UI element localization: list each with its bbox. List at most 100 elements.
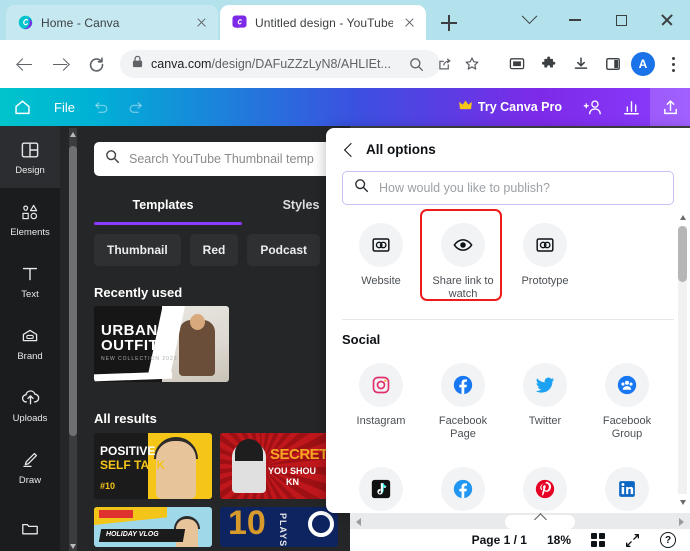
scroll-left-icon[interactable] [356, 518, 361, 526]
share-upload-icon[interactable] [650, 88, 690, 126]
help-question-icon[interactable]: ? [660, 532, 676, 548]
home-icon[interactable] [0, 98, 44, 117]
publish-option-prototype[interactable]: Prototype [506, 217, 584, 309]
social-options-row-2: TikTok Messenger Pinte [326, 453, 690, 513]
social-option-facebook-group[interactable]: Facebook Group [588, 357, 666, 449]
scrollbar-thumb[interactable] [678, 226, 687, 282]
messenger-icon [441, 467, 485, 511]
chip-thumbnail[interactable]: Thumbnail [94, 234, 181, 266]
tab-templates[interactable]: Templates [94, 198, 232, 212]
sidebar-item-uploads[interactable]: Uploads [0, 374, 60, 436]
address-bar[interactable]: canva.com/design/DAFuZZzLyN8/AHLIEt... [120, 50, 440, 78]
sidebar-item-label: Design [15, 164, 45, 176]
fullscreen-expand-icon[interactable] [625, 533, 640, 548]
scroll-up-icon[interactable] [70, 132, 76, 137]
grid-view-icon[interactable] [591, 533, 605, 547]
template-thumbnail[interactable]: 10 PLAYS [220, 507, 338, 547]
page-indicator[interactable]: Page 1 / 1 [472, 533, 527, 547]
publish-option-website[interactable]: Website [342, 217, 420, 309]
insights-bar-chart-icon[interactable] [612, 88, 650, 126]
scroll-up-icon[interactable] [679, 215, 686, 220]
sidebar-item-design[interactable]: Design [0, 126, 60, 188]
social-option-instagram[interactable]: Instagram [342, 357, 420, 449]
zoom-icon[interactable] [404, 52, 428, 76]
address-bar-url: canva.com/design/DAFuZZzLyN8/AHLIEt... [151, 57, 391, 71]
sidebar-item-projects[interactable] [0, 498, 60, 551]
minimize-button[interactable] [552, 4, 598, 36]
publish-search-input[interactable]: How would you like to publish? [342, 171, 674, 205]
chip-red[interactable]: Red [189, 234, 239, 266]
new-tab-button[interactable] [437, 11, 461, 35]
maximize-button[interactable] [598, 4, 644, 36]
social-option-tiktok[interactable]: TikTok [342, 461, 420, 513]
social-option-pinterest[interactable]: Pinterest [506, 461, 584, 513]
tab-search-chevron-icon[interactable] [506, 4, 552, 36]
filter-chips: Thumbnail Red Podcast [94, 234, 321, 266]
undo-icon[interactable] [85, 99, 119, 116]
thumb-line1: URBAN [101, 322, 158, 339]
publish-option-label: Website [361, 275, 401, 287]
reload-icon[interactable] [81, 49, 111, 79]
share-icon[interactable] [432, 52, 456, 76]
recently-used-heading: Recently used [94, 285, 183, 300]
thumb-line2: SELF TALK [100, 458, 166, 472]
cast-icon[interactable] [503, 50, 531, 78]
zoom-level[interactable]: 18% [547, 533, 571, 547]
sidebar-item-text[interactable]: Text [0, 250, 60, 312]
forward-arrow-icon[interactable] [45, 49, 75, 79]
thumb-line1: POSITIVE [100, 444, 156, 458]
search-input[interactable]: Search YouTube Thumbnail temp [94, 142, 350, 176]
template-thumbnail[interactable]: URBAN OUTFIT NEW COLLECTION 2023 [94, 306, 229, 382]
thumb-text: URBAN OUTFIT [101, 323, 158, 353]
all-results-grid-row2: HOLIDAY VLOG 10 PLAYS [94, 507, 338, 547]
bookmark-star-icon[interactable] [460, 52, 484, 76]
redo-icon[interactable] [119, 99, 153, 116]
social-option-linkedin[interactable]: LinkedIn [588, 461, 666, 513]
template-thumbnail[interactable]: SECRET YOU SHOU KN [220, 433, 338, 499]
publish-option-share-link-to-watch[interactable]: Share link to watch [424, 217, 502, 309]
social-option-facebook-page[interactable]: Facebook Page [424, 357, 502, 449]
canvas-horizontal-scrollbar[interactable] [350, 513, 690, 529]
text-t-icon [19, 263, 41, 285]
downloads-icon[interactable] [567, 50, 595, 78]
side-panel-icon[interactable] [599, 50, 627, 78]
scroll-down-icon[interactable] [679, 500, 686, 505]
thumb-line3: KN [286, 477, 299, 487]
social-option-twitter[interactable]: Twitter [506, 357, 584, 449]
extensions-puzzle-icon[interactable] [535, 50, 563, 78]
scroll-right-icon[interactable] [679, 518, 684, 526]
thumb-line1: SECRET [270, 446, 328, 463]
scrollbar-thumb[interactable] [69, 146, 77, 436]
back-chevron-icon[interactable] [342, 143, 356, 157]
browser-tab-home[interactable]: Home - Canva [6, 5, 218, 40]
search-placeholder: Search YouTube Thumbnail temp [129, 152, 314, 166]
social-option-label: Instagram [356, 415, 406, 427]
close-icon[interactable] [193, 14, 210, 31]
browser-window: Home - Canva Untitled design - YouTube T… [0, 0, 690, 551]
social-option-messenger[interactable]: Messenger [424, 461, 502, 513]
sidebar-item-elements[interactable]: Elements [0, 188, 60, 250]
popover-scrollbar[interactable] [678, 212, 687, 508]
tiktok-icon [359, 467, 403, 511]
template-thumbnail[interactable]: HOLIDAY VLOG [94, 507, 212, 547]
linkedin-icon [605, 467, 649, 511]
close-icon[interactable] [401, 14, 418, 31]
popover-header: All options [326, 128, 690, 157]
scroll-down-icon[interactable] [70, 544, 76, 549]
social-option-label: Twitter [528, 415, 562, 427]
template-thumbnail[interactable]: POSITIVE SELF TALK #10 [94, 433, 212, 499]
thumb-line2: OUTFIT [101, 337, 159, 354]
sidebar-item-brand[interactable]: Brand [0, 312, 60, 374]
try-canva-pro-button[interactable]: Try Canva Pro [447, 94, 574, 120]
chip-podcast[interactable]: Podcast [247, 234, 321, 266]
three-dot-menu-icon[interactable] [659, 50, 687, 78]
panel-scrollbar[interactable] [69, 128, 77, 551]
file-menu-button[interactable]: File [44, 96, 85, 119]
avatar[interactable]: A [631, 52, 655, 76]
add-collaborator-icon[interactable] [574, 88, 612, 126]
back-arrow-icon[interactable] [9, 49, 39, 79]
browser-tab-strip: Home - Canva Untitled design - YouTube T… [0, 0, 690, 40]
sidebar-item-draw[interactable]: Draw [0, 436, 60, 498]
close-window-button[interactable] [644, 4, 690, 36]
browser-tab-design[interactable]: Untitled design - YouTube Th [220, 5, 426, 40]
